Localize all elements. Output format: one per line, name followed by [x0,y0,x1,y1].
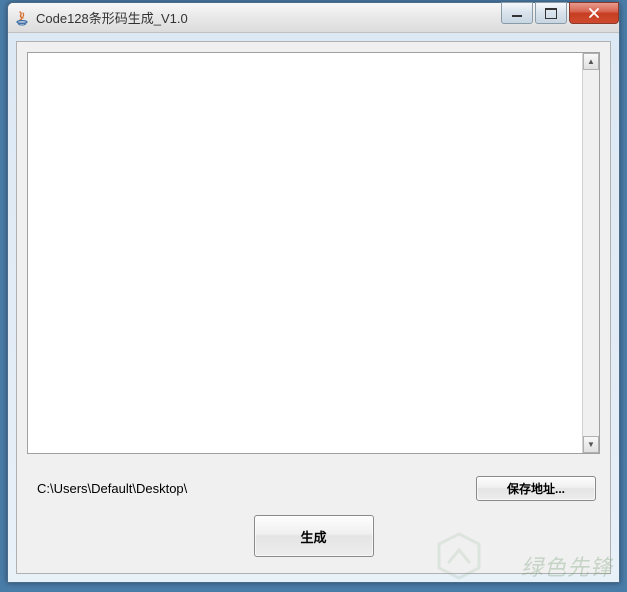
scroll-down-button[interactable]: ▼ [583,436,599,453]
save-path-label: C:\Users\Default\Desktop\ [37,481,187,496]
generate-button[interactable]: 生成 [254,515,374,557]
close-button[interactable] [569,2,619,24]
app-window: Code128条形码生成_V1.0 ▲ ▼ C:\Users\Default\D… [7,2,620,583]
save-path-button[interactable]: 保存地址... [476,476,596,501]
titlebar[interactable]: Code128条形码生成_V1.0 [8,3,619,33]
minimize-button[interactable] [501,2,533,24]
client-area: ▲ ▼ C:\Users\Default\Desktop\ 保存地址... 生成 [8,33,619,582]
scroll-up-button[interactable]: ▲ [583,53,599,70]
inner-panel: ▲ ▼ C:\Users\Default\Desktop\ 保存地址... 生成 [16,41,611,574]
java-icon [14,10,30,26]
generate-row: 生成 [27,515,600,557]
window-controls [501,2,619,24]
window-title: Code128条形码生成_V1.0 [36,8,188,27]
maximize-button[interactable] [535,2,567,24]
vertical-scrollbar[interactable]: ▲ ▼ [582,53,599,453]
textarea-content[interactable] [28,53,582,453]
output-textarea[interactable]: ▲ ▼ [27,52,600,454]
path-row: C:\Users\Default\Desktop\ 保存地址... [27,476,600,501]
